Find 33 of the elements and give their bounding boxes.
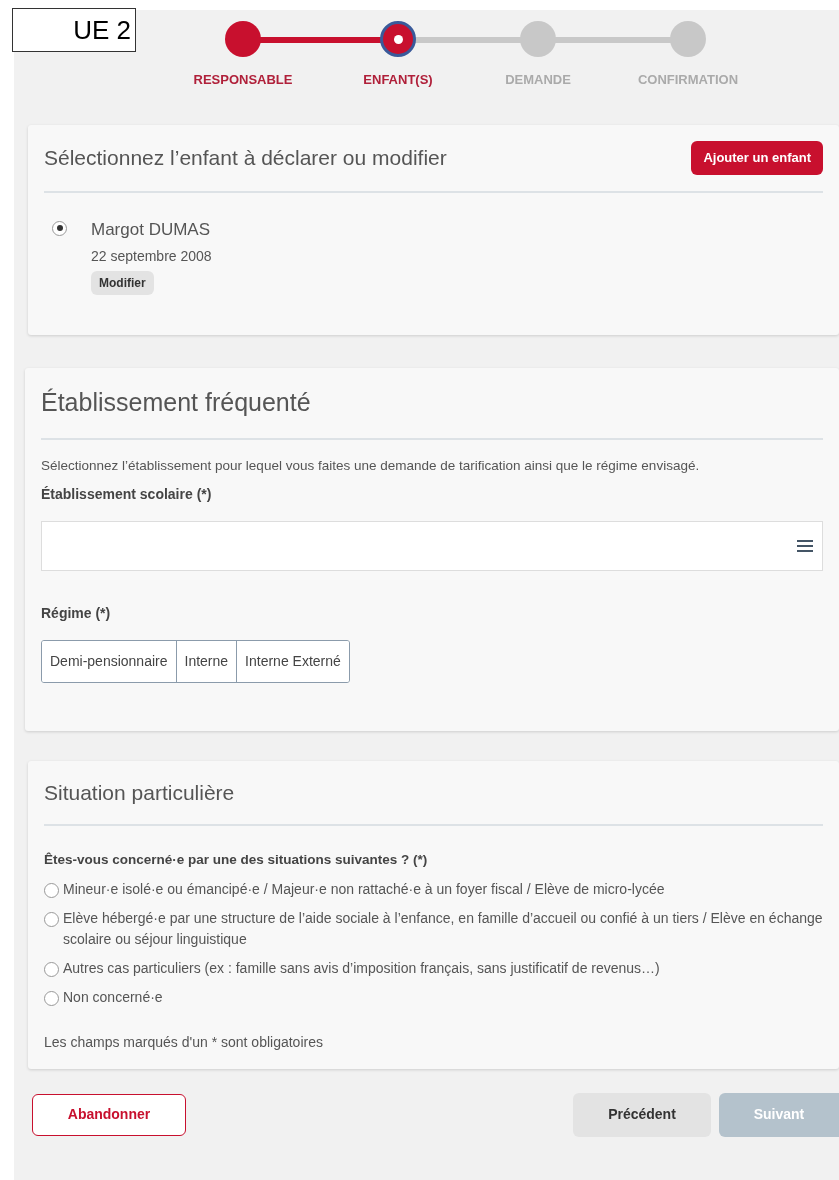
radio-button[interactable] (44, 911, 59, 927)
radio-button[interactable] (44, 961, 59, 977)
field-label: Régime (*) (41, 603, 112, 623)
step-label: CONFIRMATION (637, 71, 739, 89)
step-label: ENFANT(S) (363, 71, 433, 89)
step-label: RESPONSABLE (193, 71, 293, 89)
regime-option[interactable]: Demi-pensionnaire (42, 640, 177, 682)
card-title: Établissement fréquenté (41, 387, 312, 418)
previous-button[interactable]: Précédent (573, 1092, 711, 1137)
school-select-field[interactable] (41, 520, 823, 571)
field-label: Établissement scolaire (*) (41, 484, 213, 504)
abandon-button[interactable]: Abandonner (32, 1093, 186, 1136)
option-label: Non concerné·e (63, 987, 163, 1007)
regime-option[interactable]: Interne Externé (237, 640, 349, 682)
edit-button[interactable]: Modifier (91, 271, 154, 295)
child-name: Margot DUMAS (91, 218, 211, 241)
option-label: Elève hébergé·e par une structure de l’aide sociale à l’enfance, en famille d’accueil ou confié à un tiers / Elève en échange scolaire ou séjour linguistique (63, 908, 823, 949)
regime-option[interactable]: Interne (176, 640, 238, 682)
step-label: DEMANDE (505, 71, 571, 89)
question-text: Êtes-vous concerné·e par une des situations suivantes ? (*) (44, 851, 429, 870)
add-child-button[interactable]: Ajouter un enfant (691, 141, 823, 175)
footnote-text: Les champs marqués d'un * sont obligatoires (44, 1032, 324, 1052)
card-title: Sélectionnez l’enfant à déclarer ou modifier (44, 145, 447, 171)
view-label: UE 2 (12, 8, 136, 52)
radio-button[interactable] (44, 882, 59, 898)
radio-button[interactable] (52, 220, 67, 236)
option-label: Mineur·e isolé·e ou émancipé·e / Majeur·e non rattaché·e à un foyer fiscal / Elève de micro-lycée (63, 879, 665, 899)
option-label: Autres cas particuliers (ex : famille sans avis d’imposition français, sans justificatif de revenus…) (63, 958, 660, 978)
birth-date: 22 septembre 2008 (91, 247, 212, 266)
menu-icon (796, 538, 814, 553)
intro-text: Sélectionnez l’établissement pour lequel vous faites une demande de tarification ainsi que le régime envisagé. (41, 456, 701, 475)
card-title: Situation particulière (44, 779, 236, 806)
radio-button[interactable] (44, 990, 59, 1006)
